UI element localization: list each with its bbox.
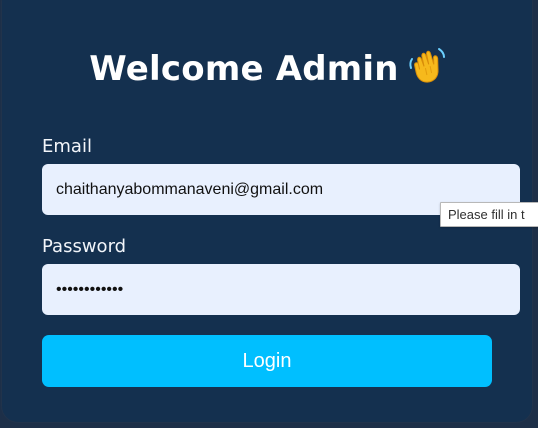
title-text: Welcome Admin [89,49,399,89]
password-field[interactable] [42,264,520,315]
page-title: Welcome Admin [2,46,532,92]
validation-tooltip: Please fill in t [440,202,538,227]
email-label: Email [42,136,92,157]
waving-hand-icon [407,47,445,85]
password-label: Password [42,236,127,257]
login-page: Welcome Admin Email Password Login Pleas… [0,0,538,428]
login-button[interactable]: Login [42,335,492,387]
